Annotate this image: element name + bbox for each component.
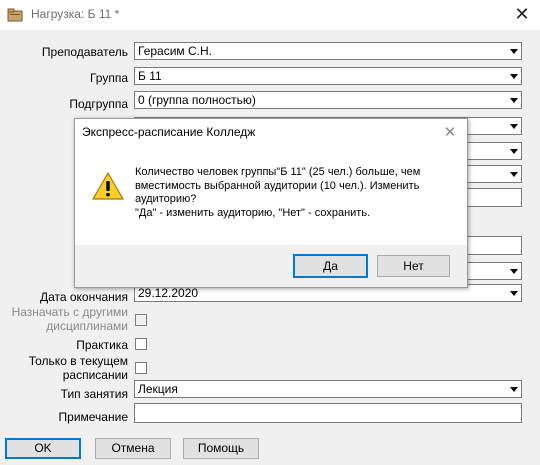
subgroup-label: Подгруппа <box>69 97 128 111</box>
close-icon[interactable]: ✕ <box>439 122 461 142</box>
subgroup-select[interactable]: 0 (группа полностью) <box>134 91 522 109</box>
help-button[interactable]: Помощь <box>183 438 259 459</box>
app-icon <box>7 8 23 22</box>
confirm-dialog: Экспресс-расписание Колледж ✕ Количество… <box>74 118 468 288</box>
current-only-label-line1: Только в текущем <box>28 354 128 368</box>
lesson-type-value: Лекция <box>138 382 178 396</box>
chevron-down-icon[interactable] <box>505 263 521 279</box>
group-select[interactable]: Б 11 <box>134 67 522 85</box>
combine-checkbox[interactable] <box>135 314 147 326</box>
chevron-down-icon[interactable] <box>505 118 521 134</box>
dialog-titlebar: Экспресс-расписание Колледж ✕ <box>75 119 467 145</box>
group-label: Группа <box>89 71 128 85</box>
window-titlebar: Нагрузка: Б 11 * ✕ <box>0 0 540 30</box>
chevron-down-icon[interactable] <box>505 92 521 108</box>
chevron-down-icon[interactable] <box>505 43 521 59</box>
warning-icon <box>92 172 124 200</box>
practice-label: Практика <box>76 338 128 352</box>
group-value: Б 11 <box>138 69 162 83</box>
note-field[interactable] <box>134 403 522 423</box>
chevron-down-icon[interactable] <box>505 381 521 397</box>
dialog-message: Количество человек группы"Б 11" (25 чел.… <box>135 166 421 219</box>
current-only-label-line2: расписании <box>62 368 128 382</box>
ok-button[interactable]: OK <box>5 438 81 459</box>
teacher-select[interactable]: Герасим С.Н. <box>134 42 522 60</box>
current-only-checkbox[interactable] <box>135 362 147 374</box>
yes-button[interactable]: Да <box>293 254 368 278</box>
close-icon[interactable]: ✕ <box>510 4 534 26</box>
window-title: Нагрузка: Б 11 * <box>31 7 120 21</box>
cancel-button[interactable]: Отмена <box>95 438 171 459</box>
combine-label-line1: Назначать с другими <box>11 305 128 319</box>
chevron-down-icon[interactable] <box>505 143 521 159</box>
teacher-label: Преподаватель <box>41 45 128 59</box>
end-date-value: 29.12.2020 <box>138 286 199 300</box>
lesson-type-select[interactable]: Лекция <box>134 380 522 398</box>
dialog-body: Количество человек группы"Б 11" (25 чел.… <box>75 145 467 245</box>
chevron-down-icon[interactable] <box>505 166 521 182</box>
dialog-title: Экспресс-расписание Колледж <box>82 125 256 139</box>
end-date-label: Дата окончания <box>39 290 128 304</box>
chevron-down-icon[interactable] <box>505 285 521 301</box>
chevron-down-icon[interactable] <box>505 68 521 84</box>
combine-label-line2: дисциплинами <box>46 319 128 333</box>
note-label: Примечание <box>58 410 128 424</box>
practice-checkbox[interactable] <box>135 338 147 350</box>
lesson-type-label: Тип занятия <box>60 387 128 401</box>
dialog-footer: Да Нет <box>75 245 467 287</box>
subgroup-value: 0 (группа полностью) <box>138 93 256 107</box>
no-button[interactable]: Нет <box>377 255 450 277</box>
teacher-value: Герасим С.Н. <box>138 44 213 58</box>
